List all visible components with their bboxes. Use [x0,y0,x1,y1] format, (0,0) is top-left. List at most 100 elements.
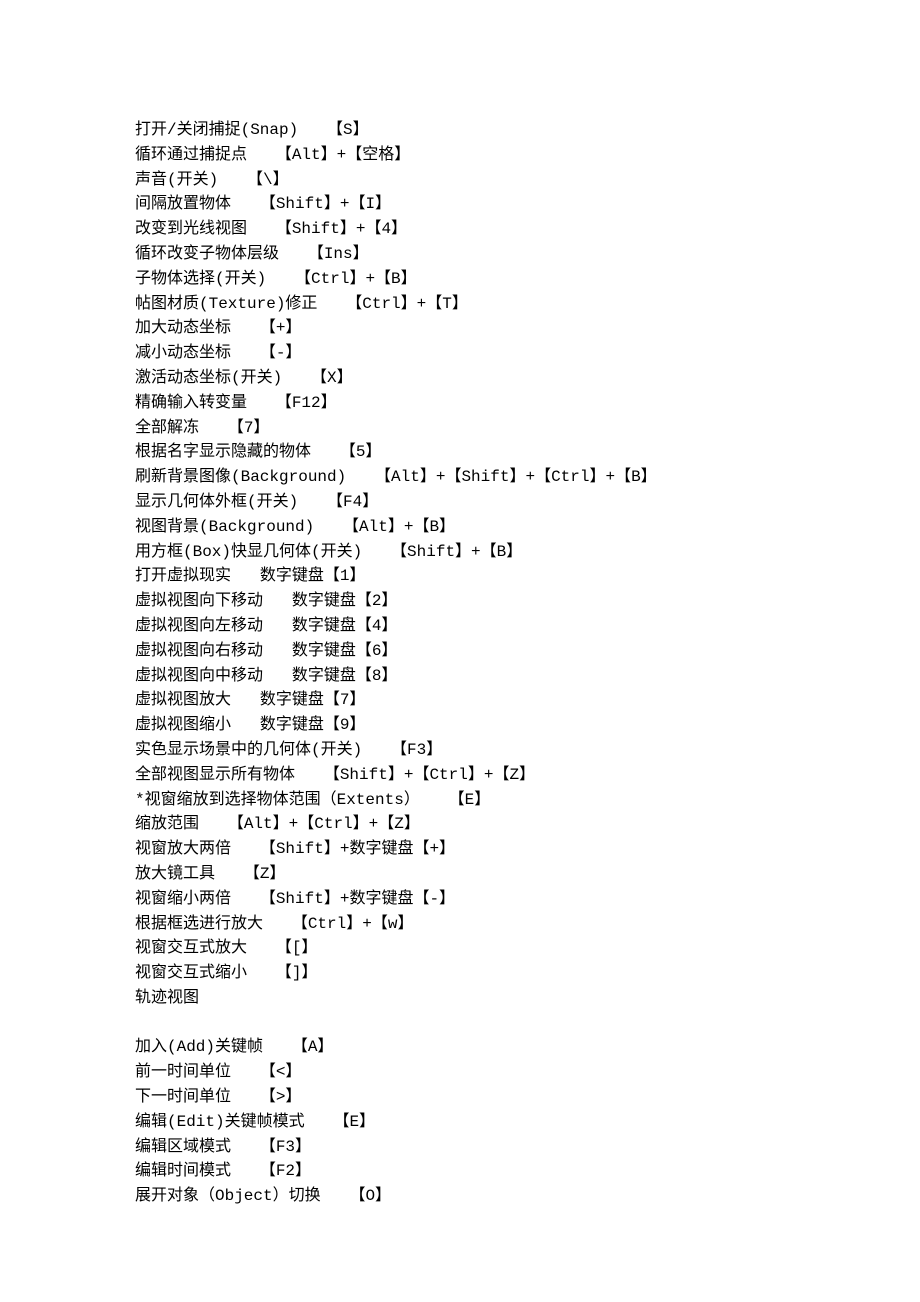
shortcut-key: 【Shift】+【Ctrl】+【Z】 [324,766,535,784]
shortcut-line: 用方框(Box)快显几何体(开关) 【Shift】+【B】 [135,540,920,565]
shortcut-key: 【-】 [260,344,302,362]
shortcut-label: 根据框选进行放大 [135,915,263,933]
shortcut-label: 用方框(Box)快显几何体(开关) [135,543,362,561]
shortcut-line: 视图背景(Background) 【Alt】+【B】 [135,515,920,540]
shortcut-line: 虚拟视图向下移动 数字键盘【2】 [135,589,920,614]
shortcut-label: 子物体选择(开关) [135,270,266,288]
shortcut-key: 【S】 [327,121,369,139]
shortcut-key: 【Ins】 [308,245,369,263]
shortcut-line: 视窗交互式缩小 【]】 [135,961,920,986]
shortcut-label: 视图背景(Background) [135,518,314,536]
shortcut-line: *视窗缩放到选择物体范围（Extents） 【E】 [135,788,920,813]
shortcut-key: 【F3】 [260,1138,311,1156]
shortcut-line: 视窗交互式放大 【[】 [135,936,920,961]
shortcut-key: 【Alt】+【B】 [343,518,455,536]
shortcut-key: 【Shift】+数字键盘【+】 [260,840,455,858]
document-page: 打开/关闭捕捉(Snap) 【S】循环通过捕捉点 【Alt】+【空格】声音(开关… [0,0,920,1302]
shortcut-label: 全部视图显示所有物体 [135,766,295,784]
shortcut-line: 刷新背景图像(Background) 【Alt】+【Shift】+【Ctrl】+… [135,465,920,490]
shortcut-key: 【<】 [260,1063,302,1081]
shortcut-label: 循环通过捕捉点 [135,146,247,164]
shortcut-label: 循环改变子物体层级 [135,245,279,263]
shortcut-line: 改变到光线视图 【Shift】+【4】 [135,217,920,242]
shortcut-line: 编辑(Edit)关键帧模式 【E】 [135,1110,920,1135]
shortcut-line: 全部解冻 【7】 [135,416,920,441]
shortcut-line: 显示几何体外框(开关) 【F4】 [135,490,920,515]
shortcut-key: 【Ctrl】+【T】 [346,295,468,313]
shortcut-label: 实色显示场景中的几何体(开关) [135,741,362,759]
shortcut-line: 减小动态坐标 【-】 [135,341,920,366]
shortcut-label: 编辑(Edit)关键帧模式 [135,1113,305,1131]
shortcut-label: 虚拟视图向右移动 [135,642,263,660]
shortcut-line: 循环通过捕捉点 【Alt】+【空格】 [135,143,920,168]
shortcut-key: 【7】 [228,419,270,437]
shortcut-line: 精确输入转变量 【F12】 [135,391,920,416]
shortcut-line: 虚拟视图向右移动 数字键盘【6】 [135,639,920,664]
shortcut-key: 【>】 [260,1088,302,1106]
shortcut-key: 【F12】 [276,394,337,412]
shortcut-key: 【F3】 [391,741,442,759]
shortcut-label: 帖图材质(Texture)修正 [135,295,317,313]
shortcut-key: 【Ctrl】+【B】 [295,270,417,288]
blank-line [135,1011,920,1036]
shortcut-line: 加大动态坐标 【+】 [135,316,920,341]
shortcut-line: 帖图材质(Texture)修正 【Ctrl】+【T】 [135,292,920,317]
shortcut-label: 下一时间单位 [135,1088,231,1106]
shortcut-label: 打开虚拟现实 [135,567,231,585]
shortcut-label: 编辑区域模式 [135,1138,231,1156]
shortcut-line: 根据名字显示隐藏的物体 【5】 [135,440,920,465]
shortcut-line: 展开对象（Object）切换 【O】 [135,1184,920,1209]
shortcut-line: 实色显示场景中的几何体(开关) 【F3】 [135,738,920,763]
shortcut-label: 声音(开关) [135,171,218,189]
shortcut-label: 虚拟视图向左移动 [135,617,263,635]
shortcut-line: 间隔放置物体 【Shift】+【I】 [135,192,920,217]
shortcut-key: 数字键盘【6】 [292,642,398,660]
shortcut-label: 视窗交互式缩小 [135,964,247,982]
shortcut-key: 【E】 [449,791,491,809]
shortcut-key: 【5】 [340,443,382,461]
shortcut-line: 打开虚拟现实 数字键盘【1】 [135,564,920,589]
shortcut-key: 数字键盘【2】 [292,592,398,610]
shortcut-key: 【]】 [276,964,318,982]
shortcut-label: 加入(Add)关键帧 [135,1038,263,1056]
shortcut-line: 打开/关闭捕捉(Snap) 【S】 [135,118,920,143]
shortcut-line: 虚拟视图放大 数字键盘【7】 [135,688,920,713]
shortcut-key: 【[】 [276,939,318,957]
shortcut-key: 【O】 [349,1187,391,1205]
shortcut-key: 【+】 [260,319,302,337]
shortcut-key: 【Shift】+【B】 [391,543,522,561]
shortcut-label: 打开/关闭捕捉(Snap) [135,121,298,139]
shortcut-key: 【Shift】+【I】 [260,195,391,213]
shortcut-label: 精确输入转变量 [135,394,247,412]
shortcut-key: 【Shift】+数字键盘【-】 [260,890,455,908]
shortcut-key: 【Alt】+【Ctrl】+【Z】 [228,815,420,833]
shortcut-label: 加大动态坐标 [135,319,231,337]
shortcut-label: 前一时间单位 [135,1063,231,1081]
shortcut-label: 间隔放置物体 [135,195,231,213]
shortcut-label: 展开对象（Object）切换 [135,1187,321,1205]
shortcut-line: 下一时间单位 【>】 [135,1085,920,1110]
shortcut-label: 缩放范围 [135,815,199,833]
shortcut-label: 减小动态坐标 [135,344,231,362]
shortcut-line: 缩放范围 【Alt】+【Ctrl】+【Z】 [135,812,920,837]
shortcut-key: 【Alt】+【空格】 [276,146,410,164]
shortcut-line: 视窗缩小两倍 【Shift】+数字键盘【-】 [135,887,920,912]
shortcut-label: 全部解冻 [135,419,199,437]
shortcut-key: 【Z】 [244,865,286,883]
shortcut-label: 显示几何体外框(开关) [135,493,298,511]
shortcut-label: 根据名字显示隐藏的物体 [135,443,311,461]
shortcut-label: 虚拟视图缩小 [135,716,231,734]
shortcut-line: 全部视图显示所有物体 【Shift】+【Ctrl】+【Z】 [135,763,920,788]
shortcut-line: 编辑区域模式 【F3】 [135,1135,920,1160]
shortcut-line: 视窗放大两倍 【Shift】+数字键盘【+】 [135,837,920,862]
shortcut-line: 循环改变子物体层级 【Ins】 [135,242,920,267]
shortcut-key: 【\】 [247,171,289,189]
shortcut-key: 【Alt】+【Shift】+【Ctrl】+【B】 [375,468,657,486]
shortcut-key: 【Shift】+【4】 [276,220,407,238]
shortcut-label: 改变到光线视图 [135,220,247,238]
shortcut-list: 打开/关闭捕捉(Snap) 【S】循环通过捕捉点 【Alt】+【空格】声音(开关… [135,118,920,1209]
shortcut-key: 数字键盘【8】 [292,667,398,685]
shortcut-label: 虚拟视图向中移动 [135,667,263,685]
shortcut-line: 虚拟视图向左移动 数字键盘【4】 [135,614,920,639]
shortcut-line: 加入(Add)关键帧 【A】 [135,1035,920,1060]
